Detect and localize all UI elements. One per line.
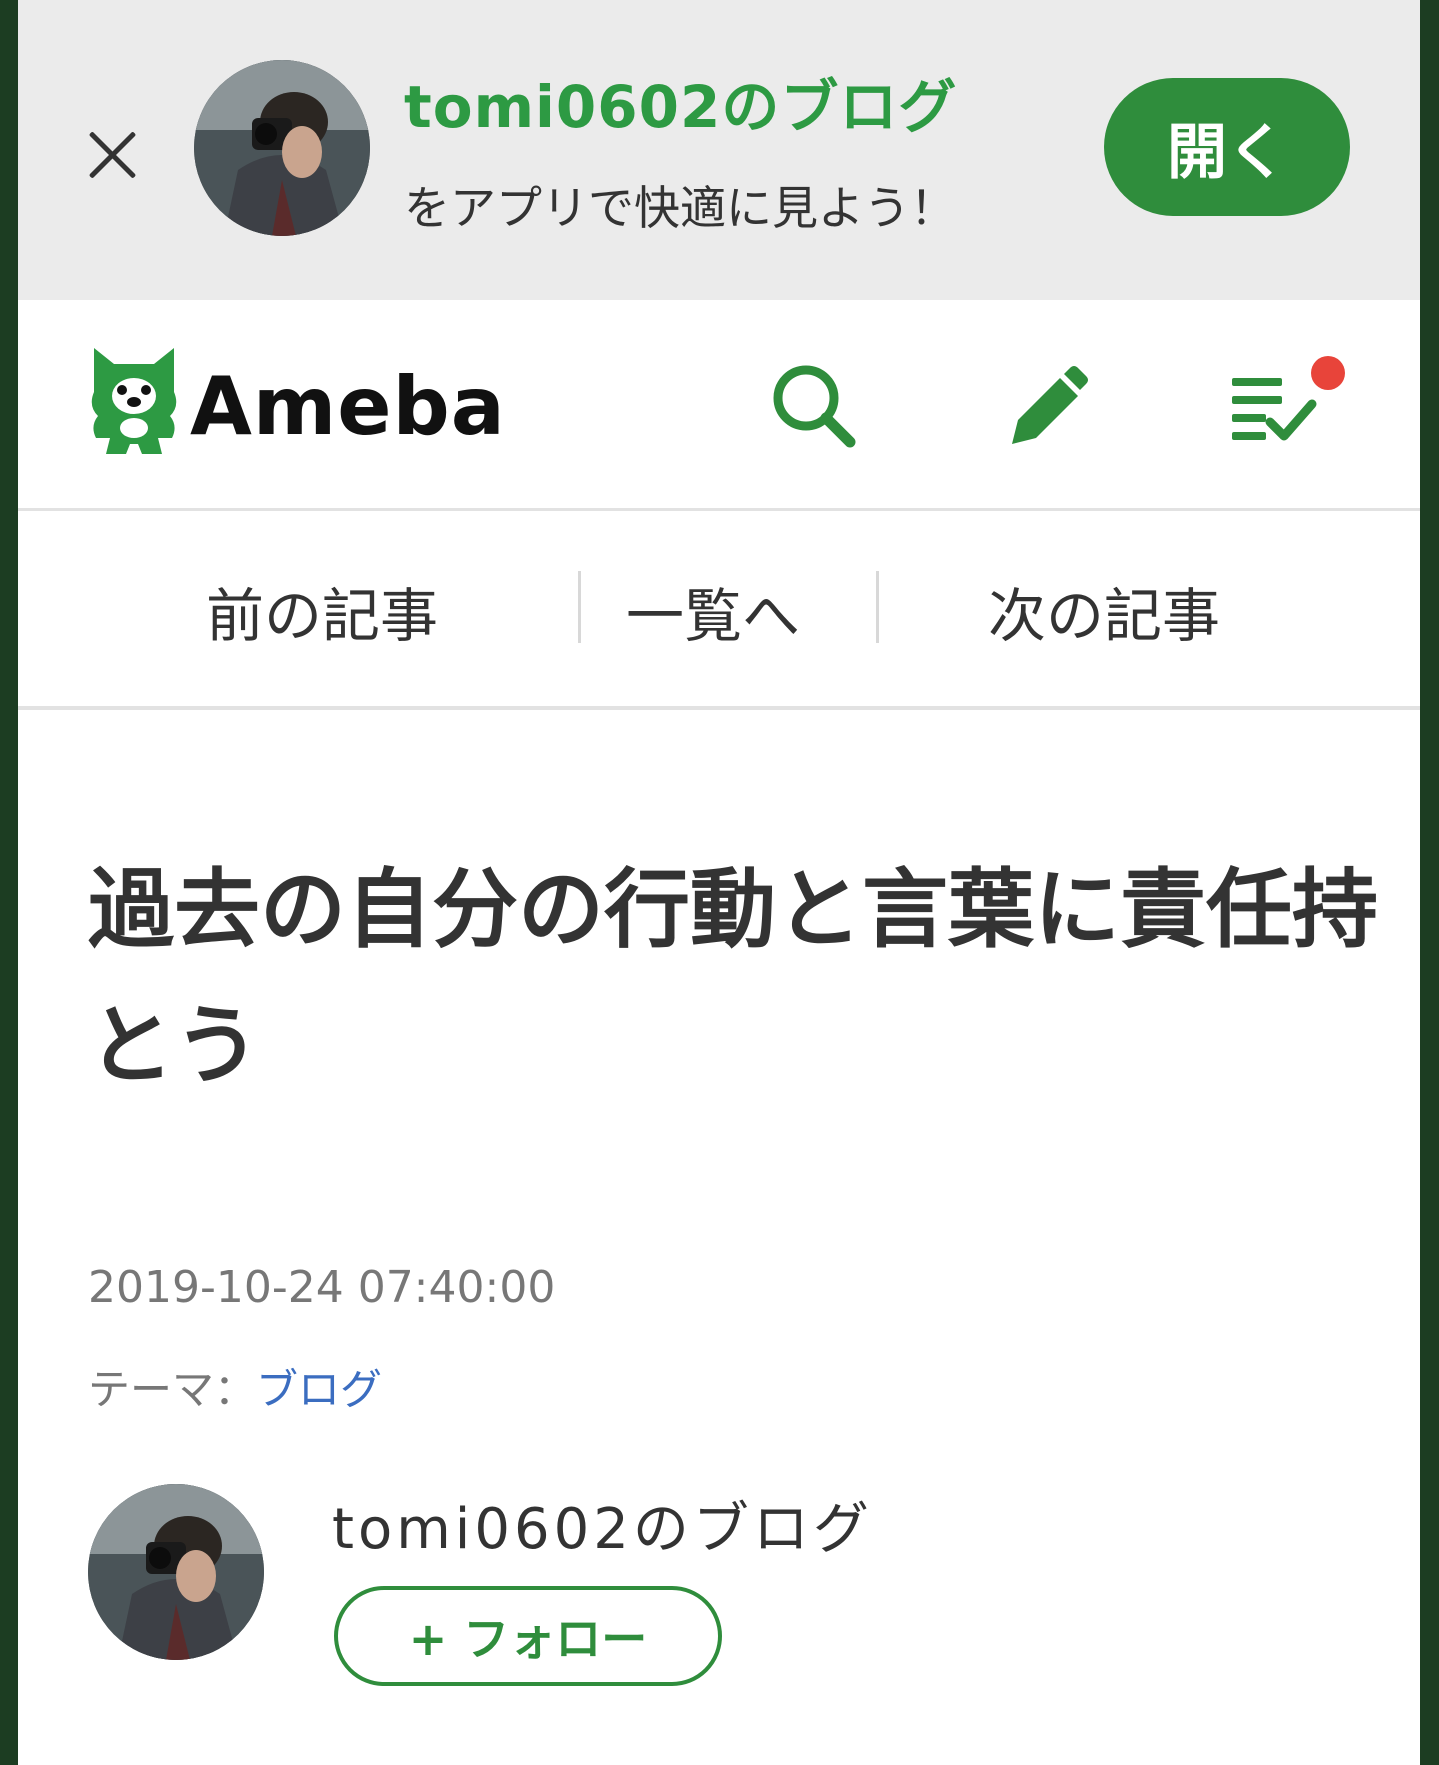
notification-badge [1311,356,1345,390]
ameba-logo-text: Ameba [190,360,506,453]
article-list-link[interactable]: 一覧へ [626,569,800,653]
nav-divider [578,571,581,643]
app-banner: tomi0602のブログ をアプリで快適に見よう！ 開く [18,0,1420,300]
next-article-link[interactable]: 次の記事 [988,569,1220,653]
pencil-icon[interactable] [998,360,1090,452]
site-header: Ameba [18,300,1420,511]
article-datetime: 2019-10-24 07:40:00 [88,1262,556,1313]
theme-link[interactable]: ブログ [256,1365,382,1414]
author-blog-name[interactable]: tomi0602のブログ [332,1484,873,1565]
nav-divider [876,571,879,643]
checklist-icon[interactable] [1228,360,1320,452]
search-icon[interactable] [768,360,860,452]
banner-avatar [194,60,370,236]
prev-article-link[interactable]: 前の記事 [206,569,438,653]
article-theme: テーマ：ブログ [88,1356,382,1417]
article-title: 過去の自分の行動と言葉に責任持とう [88,860,1378,1096]
author-avatar[interactable] [88,1484,264,1660]
ameba-logo-icon[interactable] [88,346,180,458]
banner-subtitle: をアプリで快適に見よう！ [404,181,956,235]
open-app-button[interactable]: 開く [1104,78,1350,216]
banner-blog-name: tomi0602のブログ [404,73,958,141]
close-icon[interactable] [86,128,140,182]
theme-label: テーマ： [88,1365,257,1414]
article-navigation: 前の記事 一覧へ 次の記事 [18,511,1420,710]
screen: tomi0602のブログ をアプリで快適に見よう！ 開く Ameba 前の記事 … [18,0,1420,1765]
follow-button[interactable]: + フォロー [334,1586,722,1686]
